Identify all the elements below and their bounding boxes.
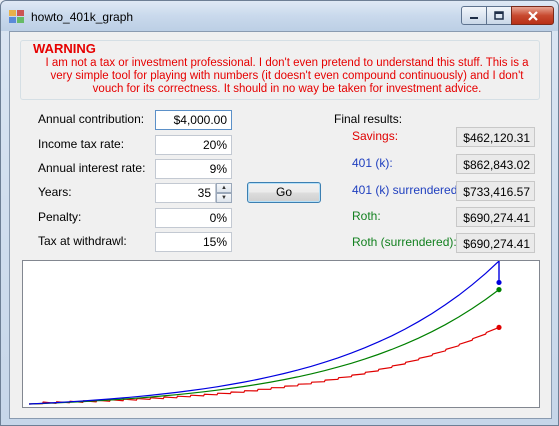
app-window: howto_401k_graph WARNING I am not a tax … [0,0,559,426]
401k-series-line [28,261,500,405]
tax-at-withdrawl-input[interactable]: 15% [155,232,232,252]
years-spinner[interactable]: ▲ ▼ [216,183,232,203]
close-button[interactable] [511,6,554,25]
roth-surrendered-value: $690,274.41 [456,233,535,253]
client-area: WARNING I am not a tax or investment pro… [9,31,552,419]
roth-series-line [28,289,500,405]
penalty-label: Penalty: [38,210,82,224]
spin-up-icon[interactable]: ▲ [216,183,232,193]
growth-graph [22,260,540,408]
income-tax-rate-input[interactable]: 20% [155,135,232,155]
401k-surrendered-value: $733,416.57 [456,181,535,201]
savings-value: $462,120.31 [456,127,535,147]
window-title: howto_401k_graph [31,10,134,24]
app-icon [9,10,25,24]
savings-label: Savings: [352,129,399,143]
minimize-button[interactable] [461,6,487,25]
401k-surrendered-label: 401 (k) surrendered: [352,183,461,197]
annual-interest-rate-input[interactable]: 9% [155,159,232,179]
roth-surrendered-label: Roth (surrendered): [352,235,457,249]
spin-down-icon[interactable]: ▼ [216,193,232,203]
final-results-heading: Final results: [334,112,403,126]
maximize-icon [494,11,504,20]
warning-heading: WARNING [31,41,98,56]
tax-at-withdrawl-label: Tax at withdrawl: [38,234,127,248]
401k-value: $862,843.02 [456,154,535,174]
401k-label: 401 (k): [352,156,393,170]
minimize-icon [470,16,478,19]
penalty-input[interactable]: 0% [155,208,232,228]
roth-value: $690,274.41 [456,207,535,227]
roth-endpoint [496,287,502,293]
warning-text: I am not a tax or investment professiona… [45,57,529,95]
income-tax-rate-label: Income tax rate: [38,137,125,151]
401k-surrendered-endpoint [496,279,502,286]
savings-endpoint [496,324,502,331]
annual-contribution-input[interactable]: $4,000.00 [155,110,232,130]
annual-contribution-label: Annual contribution: [38,112,145,126]
maximize-button[interactable] [486,6,512,25]
years-label: Years: [38,185,72,199]
growth-graph-canvas [28,261,502,405]
savings-series-line [28,326,500,405]
go-button[interactable]: Go [247,182,321,203]
roth-label: Roth: [352,209,381,223]
years-spinner-input[interactable]: 35 [155,183,216,203]
warning-groupbox: WARNING I am not a tax or investment pro… [20,40,540,100]
close-icon [527,10,538,21]
annual-interest-rate-label: Annual interest rate: [38,161,146,175]
title-bar[interactable]: howto_401k_graph [1,1,558,31]
